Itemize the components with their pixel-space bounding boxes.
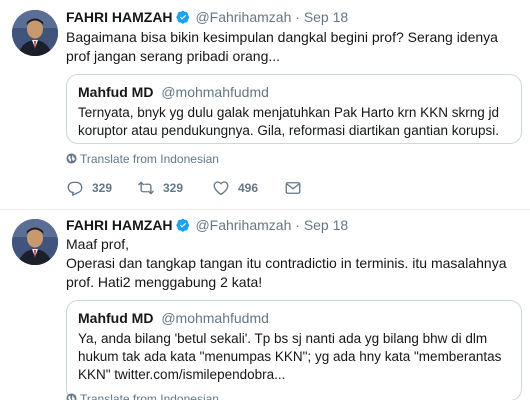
tweet-text-line: Maaf prof, [66,236,130,252]
verified-badge-icon [175,10,189,24]
translate-label[interactable]: Translate from Indonesian [80,152,219,166]
quoted-author-name: Mahfud MD [78,84,154,100]
retweet-icon [138,181,154,195]
globe-icon [66,153,77,164]
like-button[interactable]: 496 [212,178,258,198]
quoted-tweet-text: Ternyata, bnyk yg dulu galak menjatuhkan… [78,105,499,138]
direct-message-button[interactable] [284,178,302,198]
quoted-tweet-header: Mahfud MD @mohmahfudmd [78,310,269,326]
separator: · [295,217,300,233]
quoted-author-handle: @mohmahfudmd [161,310,269,326]
author-handle[interactable]: @Fahrihamzah [195,217,291,233]
tweet-header: FAHRI HAMZAH @Fahrihamzah · Sep 18 [66,216,348,234]
quoted-author-handle: @mohmahfudmd [161,84,269,100]
tweet[interactable]: FAHRI HAMZAH @Fahrihamzah · Sep 18 Maaf … [0,211,530,400]
reply-count: 329 [92,181,113,195]
quoted-tweet[interactable]: Mahfud MD @mohmahfudmd Ternyata, bnyk yg… [66,74,522,144]
translate-link[interactable]: Translate from Indonesian [66,152,219,166]
timestamp[interactable]: Sep 18 [304,217,348,233]
author-name[interactable]: FAHRI HAMZAH [66,9,173,25]
author-name[interactable]: FAHRI HAMZAH [66,217,173,233]
avatar[interactable] [12,10,58,56]
tweet[interactable]: FAHRI HAMZAH @Fahrihamzah · Sep 18 Bagai… [0,0,530,210]
author-handle[interactable]: @Fahrihamzah [195,9,291,25]
reply-icon [67,181,83,196]
tweet-text: Maaf prof, Operasi dan tangkap tangan it… [66,235,521,292]
separator: · [295,9,300,25]
like-count: 496 [238,181,259,195]
translate-label[interactable]: Translate from Indonesian [80,392,219,400]
translate-link[interactable]: Translate from Indonesian [66,392,219,400]
quoted-tweet-text: Ya, anda bilang 'betul sekali'. Tp bs sj… [78,331,502,382]
quoted-tweet-header: Mahfud MD @mohmahfudmd [78,84,269,100]
timestamp[interactable]: Sep 18 [304,9,348,25]
tweet-text-line: Operasi dan tangkap tangan itu contradic… [66,255,507,290]
retweet-button[interactable]: 329 [137,178,183,198]
like-icon [213,181,229,196]
direct-message-icon [285,182,301,194]
tweet-text: Bagaimana bisa bikin kesimpulan dangkal … [66,29,498,64]
globe-icon [66,393,77,400]
reply-button[interactable]: 329 [66,178,112,198]
retweet-count: 329 [163,181,184,195]
avatar[interactable] [12,219,58,265]
quoted-tweet[interactable]: Mahfud MD @mohmahfudmd Ya, anda bilang '… [66,300,522,400]
tweet-header: FAHRI HAMZAH @Fahrihamzah · Sep 18 [66,8,348,26]
quoted-author-name: Mahfud MD [78,310,154,326]
verified-badge-icon [175,218,189,232]
